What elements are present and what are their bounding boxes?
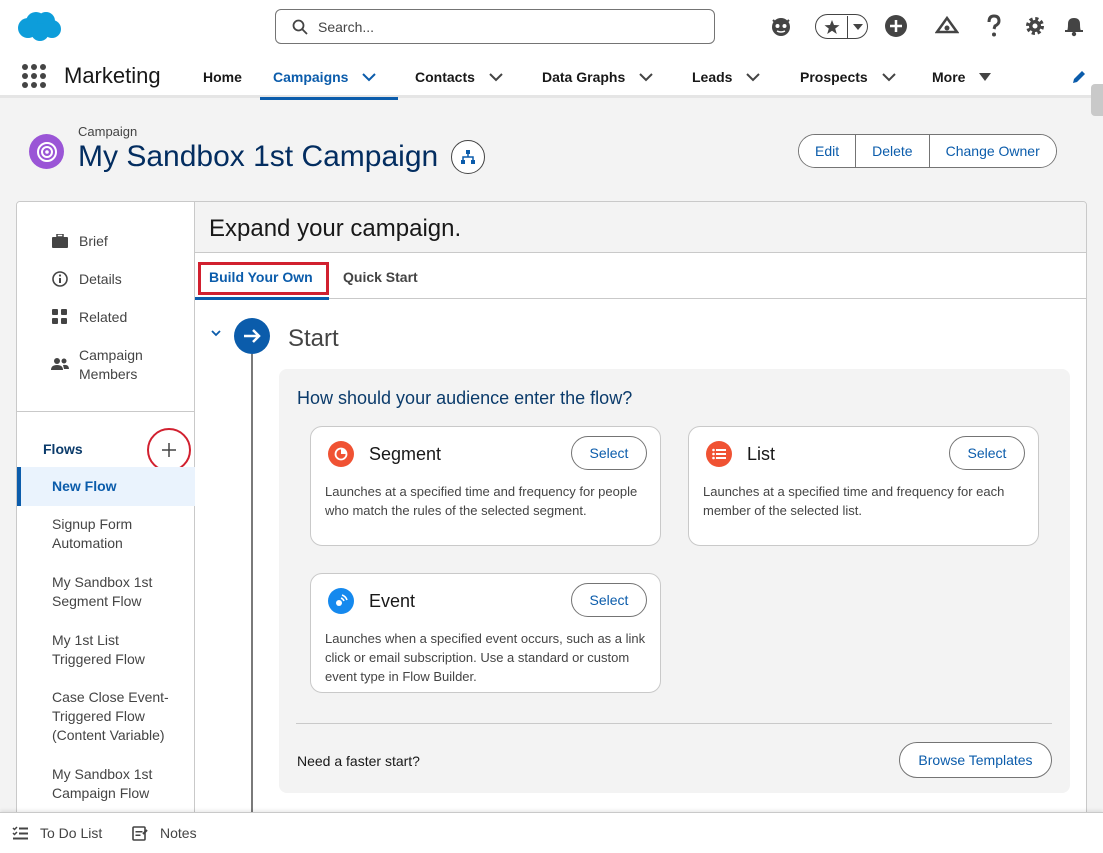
nav-item-data-graphs[interactable]: Data Graphs xyxy=(542,55,653,98)
gear-icon[interactable] xyxy=(1023,14,1047,38)
todo-list-item[interactable]: To Do List xyxy=(12,825,102,841)
flow-item-new-flow[interactable]: New Flow xyxy=(17,467,195,506)
segment-title: Segment xyxy=(369,444,442,464)
arrow-right-icon xyxy=(244,329,261,343)
record-actions: Edit Delete Change Owner xyxy=(798,134,1057,168)
nav-item-more[interactable]: More xyxy=(932,55,992,98)
flows-heading: Flows xyxy=(43,441,83,457)
salesforce-logo[interactable] xyxy=(16,10,62,42)
search-icon xyxy=(292,19,308,35)
segment-option-card: Segment Select Launches at a specified t… xyxy=(310,426,661,546)
list-option-card: List Select Launches at a specified time… xyxy=(688,426,1039,546)
flow-connector-line xyxy=(251,354,253,840)
flow-item[interactable]: Signup Form Automation xyxy=(17,515,157,553)
utility-bar: To Do List Notes xyxy=(0,812,1103,853)
chevron-down-icon[interactable] xyxy=(881,72,896,82)
people-icon xyxy=(51,355,69,373)
sidebar-item-details[interactable]: Details xyxy=(51,270,122,289)
event-icon xyxy=(328,588,354,614)
entry-options-panel: How should your audience enter the flow?… xyxy=(279,369,1070,793)
tab-bar: Build Your Own Quick Start xyxy=(195,254,1086,300)
notes-icon xyxy=(132,826,148,841)
edit-button[interactable]: Edit xyxy=(799,135,857,167)
nav-item-contacts[interactable]: Contacts xyxy=(415,55,503,98)
app-launcher-icon[interactable] xyxy=(22,64,46,88)
delete-button[interactable]: Delete xyxy=(856,135,930,167)
favorites-group[interactable] xyxy=(815,14,868,39)
browse-templates-button[interactable]: Browse Templates xyxy=(899,742,1052,778)
entry-divider xyxy=(296,723,1052,724)
page-title: My Sandbox 1st Campaign xyxy=(78,140,439,173)
caret-down-icon[interactable] xyxy=(848,23,867,31)
highlight-box xyxy=(198,262,329,295)
flow-item[interactable]: My Sandbox 1st Segment Flow xyxy=(17,573,167,611)
start-label: Start xyxy=(288,325,339,352)
side-panel-tab[interactable] xyxy=(1091,84,1103,116)
plus-icon xyxy=(162,443,176,457)
record-type-label: Campaign xyxy=(78,124,138,139)
star-icon[interactable] xyxy=(816,15,848,38)
tab-quick-start[interactable]: Quick Start xyxy=(343,254,418,299)
app-nav: Marketing Home Campaigns Contacts Data G… xyxy=(0,55,1103,100)
segment-icon xyxy=(328,441,354,467)
sidebar-item-related[interactable]: Related xyxy=(51,308,127,327)
global-search[interactable] xyxy=(275,9,715,44)
flow-item[interactable]: Case Close Event-Triggered Flow (Content… xyxy=(17,688,182,745)
add-icon[interactable] xyxy=(884,14,908,38)
help-icon[interactable] xyxy=(982,14,1006,38)
expand-title: Expand your campaign. xyxy=(209,215,462,242)
hierarchy-icon xyxy=(461,150,475,164)
chevron-down-icon[interactable] xyxy=(639,72,653,82)
notes-item[interactable]: Notes xyxy=(132,825,197,841)
caret-down-icon[interactable] xyxy=(979,72,992,81)
info-icon xyxy=(51,270,69,288)
faster-start-text: Need a faster start? xyxy=(297,753,420,769)
chevron-down-icon[interactable] xyxy=(489,72,503,82)
list-description: Launches at a specified time and frequen… xyxy=(703,484,1005,518)
sidebar-divider xyxy=(17,411,195,412)
sidebar-item-campaign-members[interactable]: Campaign Members xyxy=(51,346,159,384)
astro-icon[interactable] xyxy=(769,14,793,38)
nav-item-leads[interactable]: Leads xyxy=(692,55,761,98)
nav-item-prospects[interactable]: Prospects xyxy=(800,55,896,98)
event-description: Launches when a specified event occurs, … xyxy=(325,631,646,684)
briefcase-icon xyxy=(51,232,69,250)
flow-content: Expand your campaign. Build Your Own Qui… xyxy=(195,202,1086,840)
campaign-icon xyxy=(29,134,64,169)
segment-select-button[interactable]: Select xyxy=(571,436,647,470)
add-flow-button[interactable] xyxy=(147,428,191,472)
nav-item-home[interactable]: Home xyxy=(203,55,242,98)
change-owner-button[interactable]: Change Owner xyxy=(929,135,1056,167)
todo-list-icon xyxy=(12,826,28,840)
flow-item[interactable]: My 1st List Triggered Flow xyxy=(17,631,157,669)
flow-item[interactable]: My Sandbox 1st Campaign Flow xyxy=(17,765,167,803)
segment-description: Launches at a specified time and frequen… xyxy=(325,484,638,518)
hierarchy-button[interactable] xyxy=(451,140,485,174)
event-title: Event xyxy=(369,591,416,611)
bell-icon[interactable] xyxy=(1062,14,1086,38)
entry-question: How should your audience enter the flow? xyxy=(297,388,633,408)
list-title: List xyxy=(747,444,776,464)
event-select-button[interactable]: Select xyxy=(571,583,647,617)
chevron-down-icon[interactable] xyxy=(746,72,761,82)
content-header: Expand your campaign. xyxy=(195,202,1086,253)
sidebar-item-brief[interactable]: Brief xyxy=(51,232,108,251)
chevron-down-icon[interactable] xyxy=(362,72,377,82)
start-node xyxy=(234,318,270,354)
search-input[interactable] xyxy=(318,18,698,35)
campaign-sidebar: Brief Details Related Campaign Members F… xyxy=(17,202,195,840)
nav-item-campaigns[interactable]: Campaigns xyxy=(260,55,398,100)
list-icon xyxy=(706,441,732,467)
list-select-button[interactable]: Select xyxy=(949,436,1025,470)
app-name: Marketing xyxy=(64,63,161,88)
edit-nav-icon[interactable] xyxy=(1071,69,1087,85)
apps-icon xyxy=(51,308,69,326)
event-option-card: Event Select Launches when a specified e… xyxy=(310,573,661,693)
campaign-card: Brief Details Related Campaign Members F… xyxy=(16,201,1087,841)
global-header xyxy=(0,0,1103,55)
trailhead-icon[interactable] xyxy=(935,14,959,38)
chevron-down-icon[interactable] xyxy=(211,329,221,337)
tab-build-your-own[interactable]: Build Your Own xyxy=(195,254,329,300)
